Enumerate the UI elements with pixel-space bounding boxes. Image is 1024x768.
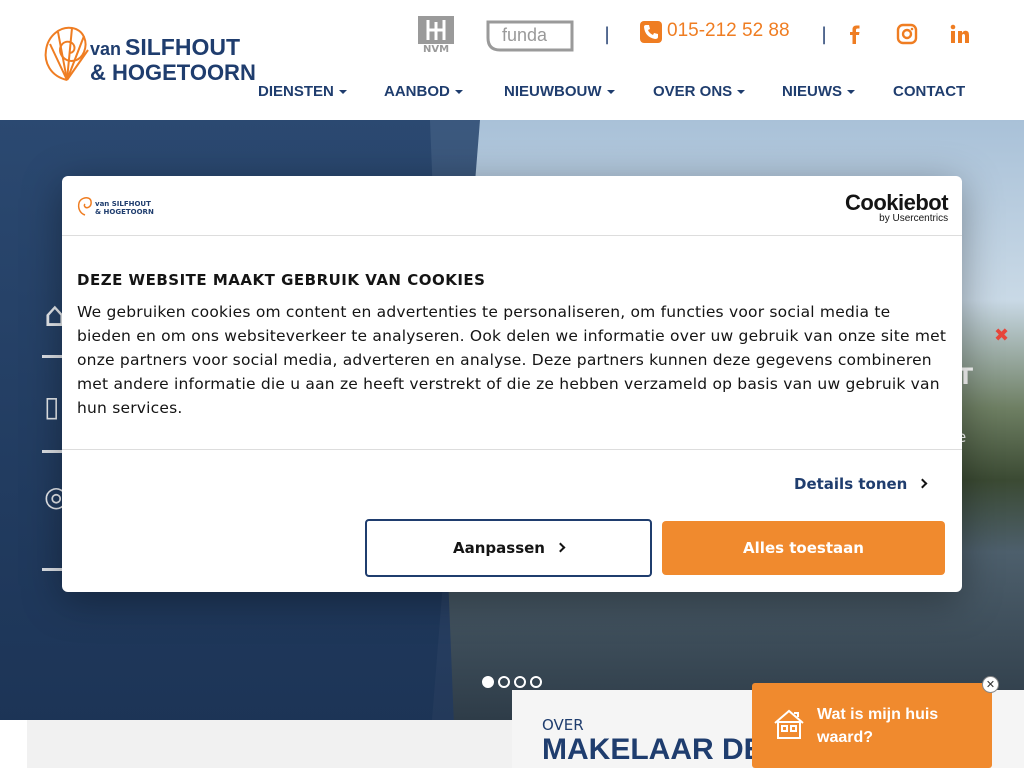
logo-silfhout: SILFHOUT (125, 34, 241, 60)
funda-label: funda (502, 25, 548, 45)
customize-button[interactable]: Aanpassen (365, 519, 652, 577)
house-value-widget[interactable]: Wat is mijn huis waard? (752, 683, 992, 768)
site-header: van SILFHOUT & HOGETOORN NVM funda | 015-… (0, 0, 1024, 120)
nvm-logo[interactable]: NVM (418, 16, 454, 56)
nav-item-contact[interactable]: CONTACT (893, 83, 965, 100)
nav-label: NIEUWS (782, 83, 842, 100)
nvm-label: NVM (422, 44, 450, 55)
separator: | (821, 24, 828, 45)
nav-label: CONTACT (893, 83, 966, 100)
about-label: OVER (542, 716, 584, 734)
shell-logo-icon (44, 26, 89, 81)
slider-dot[interactable] (482, 676, 494, 688)
logo-hogetoorn: & HOGETOORN (90, 60, 256, 85)
main-nav: DIENSTEN AANBOD NIEUWBOUW OVER ONS NIEUW… (0, 83, 1024, 105)
slider-dot[interactable] (530, 676, 542, 688)
cookie-title: DEZE WEBSITE MAAKT GEBRUIK VAN COOKIES (77, 271, 486, 289)
nav-label: AANBOD (384, 83, 450, 100)
shell-logo-icon (77, 197, 92, 216)
image-strip (27, 720, 513, 768)
nav-item-nieuwbouw[interactable]: NIEUWBOUW (504, 83, 615, 100)
caret-down-icon (454, 90, 463, 95)
site-logo-small: van SILFHOUT & HOGETOORN (77, 196, 154, 218)
nav-item-over-ons[interactable]: OVER ONS (653, 83, 746, 100)
document-icon[interactable]: ▯ (44, 390, 59, 423)
facebook-icon[interactable] (843, 22, 867, 46)
about-title: MAKELAAR DEL (542, 733, 782, 766)
widget-text: Wat is mijn huis waard? (817, 706, 939, 746)
cookie-body: We gebruiken cookies om content en adver… (77, 303, 947, 417)
cookie-dialog: van SILFHOUT & HOGETOORN Cookiebot by Us… (62, 176, 962, 592)
nav-label: OVER ONS (653, 83, 733, 100)
accept-label: Alles toestaan (743, 539, 864, 557)
nav-item-nieuws[interactable]: NIEUWS (782, 83, 855, 100)
caret-down-icon (606, 90, 615, 95)
nav-item-aanbod[interactable]: AANBOD (384, 83, 463, 100)
caret-down-icon (737, 90, 746, 95)
chevron-right-icon (917, 478, 928, 489)
logo-wordmark: van SILFHOUT & HOGETOORN (90, 34, 256, 85)
logo-hogetoorn: & HOGETOORN (95, 208, 154, 216)
logo-van: van (90, 39, 122, 59)
nav-label: DIENSTEN (258, 83, 334, 100)
logo-wordmark: van SILFHOUT & HOGETOORN (95, 200, 154, 216)
phone-number[interactable]: 015-212 52 88 (667, 20, 790, 42)
caret-down-icon (338, 90, 347, 95)
logo-silfhout: SILFHOUT (111, 200, 151, 208)
instagram-icon[interactable] (895, 22, 919, 46)
caret-down-icon (847, 90, 855, 95)
cookiebot-logo[interactable]: Cookiebot by Usercentrics (845, 190, 949, 224)
slider-dot[interactable] (514, 676, 526, 688)
cookie-dialog-header: van SILFHOUT & HOGETOORN Cookiebot by Us… (62, 176, 962, 236)
house-icon (774, 709, 804, 739)
chevron-right-icon (555, 542, 566, 553)
site-logo[interactable]: van SILFHOUT & HOGETOORN (42, 22, 256, 86)
customize-label: Aanpassen (453, 539, 545, 557)
separator: | (604, 24, 611, 45)
details-label: Details tonen (794, 475, 908, 493)
accept-all-button[interactable]: Alles toestaan (662, 521, 945, 575)
close-icon[interactable]: ✕ (982, 676, 999, 693)
close-icon[interactable]: ✖ (994, 325, 1009, 346)
funda-logo[interactable]: funda (486, 20, 574, 52)
logo-van: van (95, 200, 110, 208)
details-toggle[interactable]: Details tonen (794, 475, 928, 493)
nav-label: NIEUWBOUW (504, 83, 602, 100)
slider-dot[interactable] (498, 676, 510, 688)
divider (62, 449, 962, 450)
linkedin-icon[interactable] (948, 22, 972, 46)
nav-item-diensten[interactable]: DIENSTEN (258, 83, 347, 100)
phone-icon[interactable] (640, 21, 662, 43)
